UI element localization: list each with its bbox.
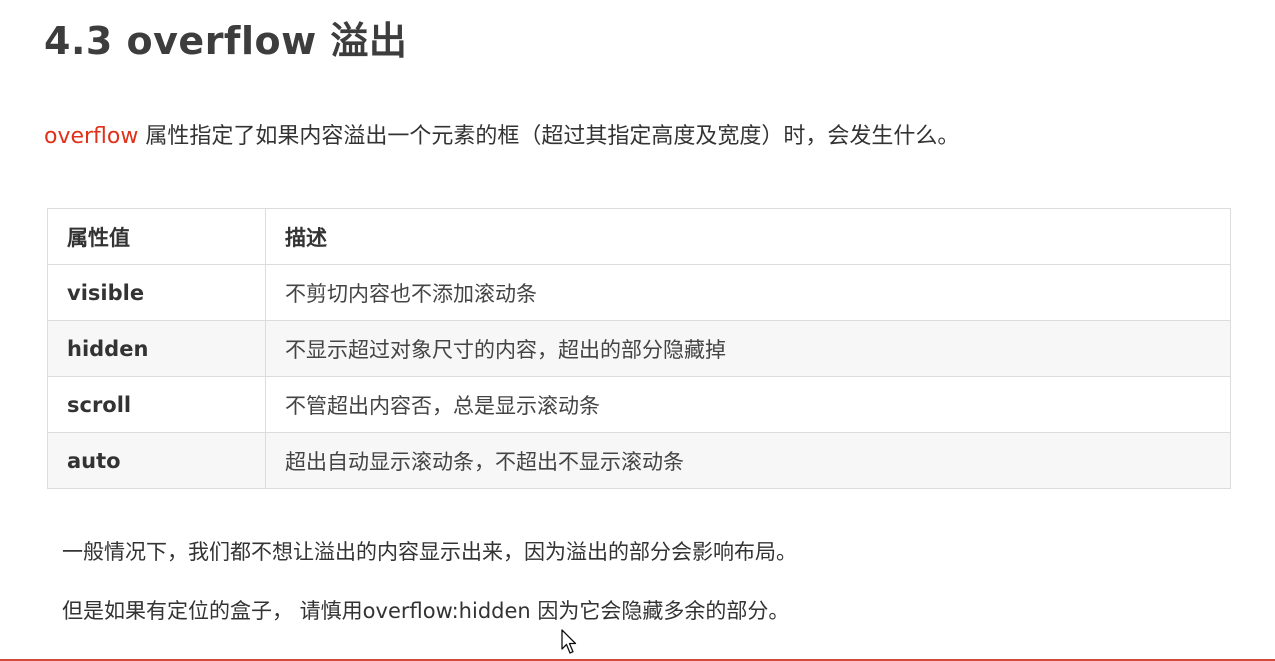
header-description: 描述 bbox=[265, 208, 1231, 265]
table-row: hidden 不显示超过对象尺寸的内容，超出的部分隐藏掉 bbox=[47, 320, 1231, 377]
row-description: 超出自动显示滚动条，不超出不显示滚动条 bbox=[265, 432, 1231, 489]
page-title: 4.3 overflow 溢出 bbox=[44, 19, 408, 63]
note-paragraph: 但是如果有定位的盒子， 请慎用overflow:hidden 因为它会隐藏多余的… bbox=[62, 599, 790, 623]
row-description: 不显示超过对象尺寸的内容，超出的部分隐藏掉 bbox=[265, 320, 1231, 377]
row-value: hidden bbox=[47, 320, 266, 377]
table-row: scroll 不管超出内容否，总是显示滚动条 bbox=[47, 376, 1231, 433]
row-value: visible bbox=[47, 264, 266, 321]
mouse-pointer-icon bbox=[561, 629, 577, 654]
overflow-keyword: overflow bbox=[44, 124, 139, 149]
row-description: 不剪切内容也不添加滚动条 bbox=[265, 264, 1231, 321]
table-header-row: 属性值 描述 bbox=[47, 208, 1231, 265]
table-row: visible 不剪切内容也不添加滚动条 bbox=[47, 264, 1231, 321]
note-paragraph: 一般情况下，我们都不想让溢出的内容显示出来，因为溢出的部分会影响布局。 bbox=[62, 540, 797, 564]
row-value: auto bbox=[47, 432, 266, 489]
row-description: 不管超出内容否，总是显示滚动条 bbox=[265, 376, 1231, 433]
table-row: auto 超出自动显示滚动条，不超出不显示滚动条 bbox=[47, 432, 1231, 489]
header-value: 属性值 bbox=[47, 208, 266, 265]
intro-paragraph: overflow 属性指定了如果内容溢出一个元素的框（超过其指定高度及宽度）时，… bbox=[44, 118, 959, 150]
intro-text: 属性指定了如果内容溢出一个元素的框（超过其指定高度及宽度）时，会发生什么。 bbox=[138, 124, 960, 149]
overflow-values-table: 属性值 描述 visible 不剪切内容也不添加滚动条 hidden 不显示超过… bbox=[47, 208, 1231, 489]
row-value: scroll bbox=[47, 376, 266, 433]
